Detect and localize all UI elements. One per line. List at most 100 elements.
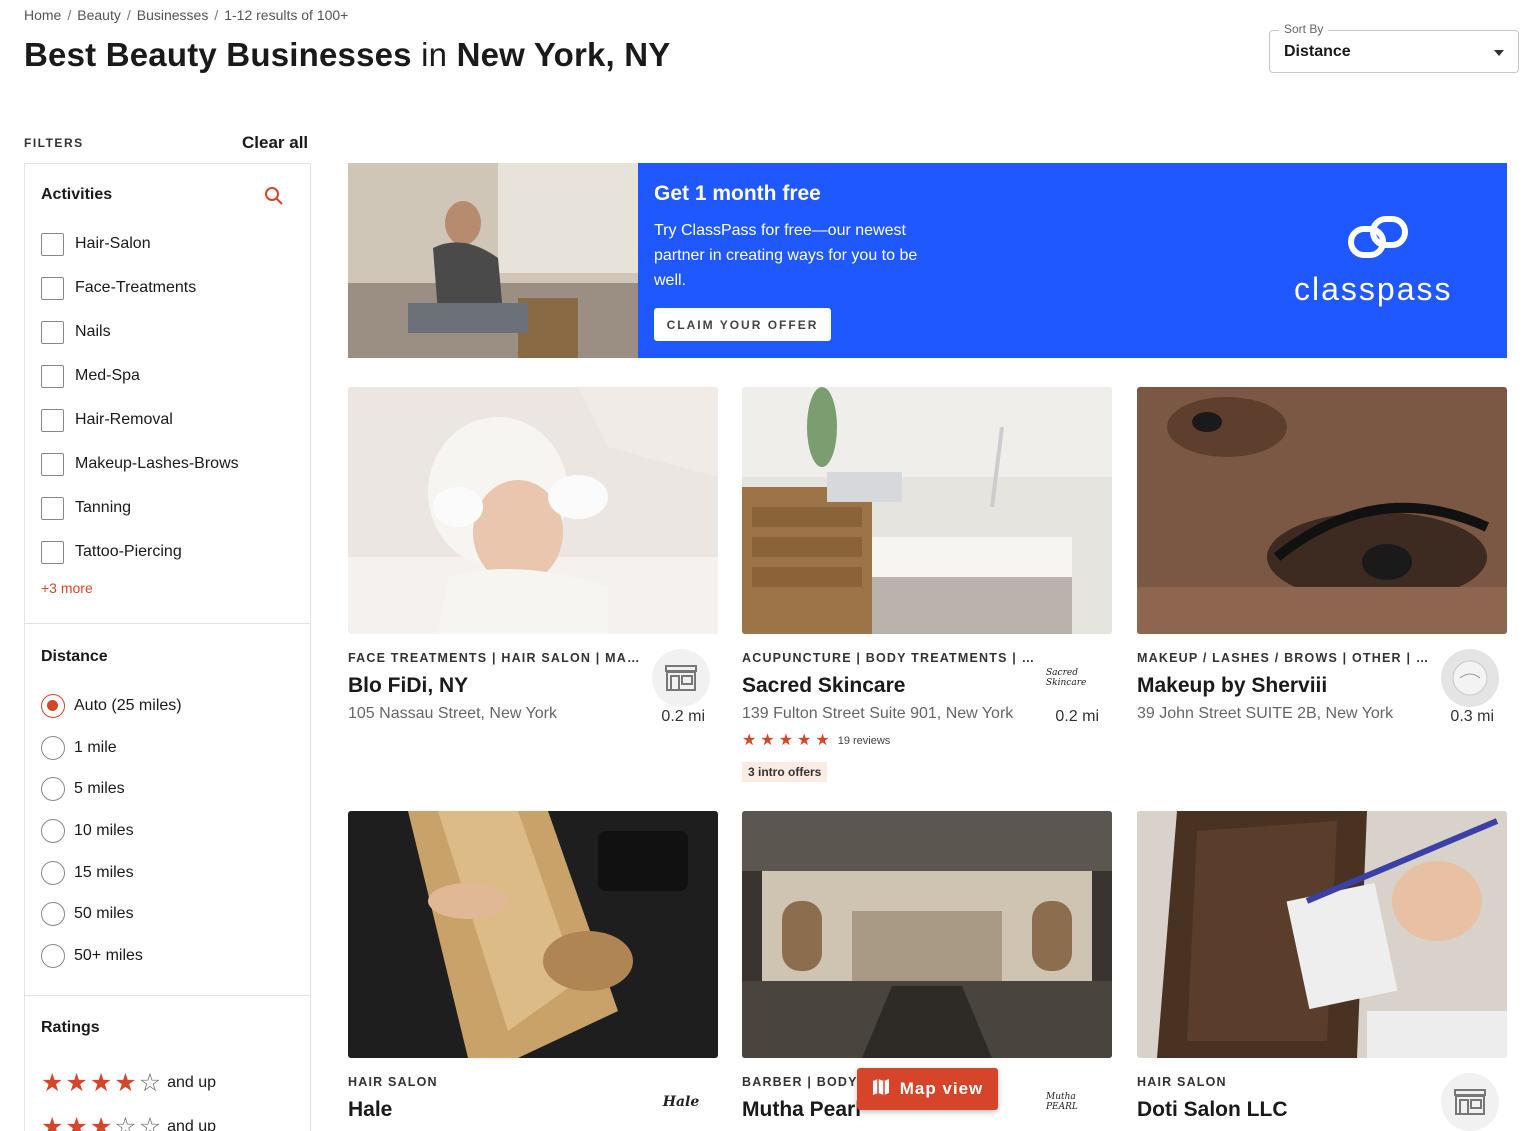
business-photo[interactable] — [1137, 811, 1507, 1058]
star-icon: ★ — [742, 732, 757, 749]
rating-option[interactable]: ★ ★ ★ ☆ ☆ and up — [41, 1105, 294, 1131]
distance-option[interactable]: 50 miles — [41, 893, 294, 935]
star-outline-icon: ☆ — [138, 1112, 162, 1131]
activities-title: Activities — [41, 186, 113, 203]
storefront-icon — [652, 649, 710, 707]
business-photo[interactable] — [1137, 387, 1507, 634]
distance-option[interactable]: 5 miles — [41, 768, 294, 810]
business-logo: Hale — [662, 1094, 700, 1110]
breadcrumb-businesses[interactable]: Businesses — [137, 7, 209, 23]
checkbox[interactable] — [41, 364, 64, 388]
activity-option[interactable]: Tanning — [41, 486, 294, 530]
search-icon[interactable] — [264, 186, 284, 211]
radio-selected[interactable] — [41, 693, 65, 718]
distance-option[interactable]: 1 mile — [41, 727, 294, 769]
activity-label: Med-Spa — [75, 367, 140, 384]
activity-option[interactable]: Med-Spa — [41, 354, 294, 398]
rating-label: and up — [167, 1074, 217, 1091]
intro-offers-badge: 3 intro offers — [742, 762, 828, 782]
business-category: FACE TREATMENTS | HAIR SALON | MAK... — [348, 651, 643, 665]
distance-option[interactable]: 15 miles — [41, 852, 294, 894]
business-category: HAIR SALON — [1137, 1075, 1227, 1089]
star-icon: ★ — [65, 1112, 88, 1131]
star-icon: ★ — [797, 732, 812, 749]
promo-title: Get 1 month free — [654, 182, 821, 205]
business-distance: 0.2 mi — [1055, 708, 1099, 725]
page-title: Best Beauty Businesses in New York, NY — [24, 36, 671, 74]
map-view-button[interactable]: Map view — [857, 1068, 998, 1110]
checkbox[interactable] — [41, 408, 64, 432]
more-activities-link[interactable]: +3 more — [41, 580, 93, 596]
distance-option[interactable]: 50+ miles — [41, 935, 294, 977]
business-category: HAIR SALON — [348, 1075, 438, 1089]
map-view-label: Map view — [899, 1079, 984, 1098]
business-logo: Sacred Skincare — [1046, 668, 1087, 688]
star-outline-icon: ☆ — [138, 1068, 162, 1097]
business-card[interactable]: MAKEUP / LASHES / BROWS | OTHER | T... M… — [1137, 387, 1507, 725]
business-card[interactable]: HAIR SALON Hale Hale — [348, 811, 718, 1122]
distance-label: 50+ miles — [74, 946, 143, 964]
business-category: MAKEUP / LASHES / BROWS | OTHER | T... — [1137, 651, 1432, 665]
review-count[interactable]: 19 reviews — [838, 735, 891, 747]
radio[interactable] — [41, 777, 65, 802]
claim-offer-button[interactable]: CLAIM YOUR OFFER — [654, 308, 831, 341]
business-card[interactable]: HAIR SALON Doti Salon LLC — [1137, 811, 1507, 1131]
checkbox[interactable] — [41, 276, 64, 300]
business-distance: 0.3 mi — [1450, 708, 1494, 725]
ratings-title: Ratings — [41, 1019, 100, 1036]
breadcrumb: Home / Beauty / Businesses / 1-12 result… — [24, 7, 348, 23]
page-title-connector: in — [421, 36, 448, 73]
map-icon — [872, 1078, 890, 1101]
distance-section: Distance Auto (25 miles) 1 mile 5 miles … — [25, 624, 310, 996]
rating-option[interactable]: ★ ★ ★ ★ ☆ and up — [41, 1061, 294, 1105]
classpass-logo-text: classpass — [1294, 271, 1453, 307]
distance-label: 10 miles — [74, 821, 134, 839]
activity-option[interactable]: Face-Treatments — [41, 266, 294, 310]
business-photo[interactable] — [742, 387, 1112, 634]
activity-option[interactable]: Tattoo-Piercing — [41, 530, 294, 574]
star-outline-icon: ☆ — [114, 1112, 137, 1131]
radio[interactable] — [41, 902, 65, 927]
distance-option[interactable]: Auto (25 miles) — [41, 685, 294, 727]
distance-label: 50 miles — [74, 905, 134, 923]
checkbox[interactable] — [41, 540, 64, 564]
rating-stars: ★ ★ ★ ☆ ☆ — [41, 1112, 162, 1131]
checkbox[interactable] — [41, 452, 64, 476]
sort-value: Distance — [1284, 43, 1351, 60]
star-icon: ★ — [114, 1068, 137, 1097]
radio[interactable] — [41, 943, 65, 968]
business-card[interactable]: ACUPUNCTURE | BODY TREATMENTS | F... Sac… — [742, 387, 1112, 782]
activity-label: Makeup-Lashes-Brows — [75, 455, 239, 472]
checkbox[interactable] — [41, 496, 64, 520]
activity-option[interactable]: Makeup-Lashes-Brows — [41, 442, 294, 486]
filters-heading: FILTERS — [24, 136, 84, 150]
sort-label: Sort By — [1279, 22, 1329, 36]
business-distance: 0.2 mi — [661, 708, 705, 725]
distance-label: 15 miles — [74, 863, 134, 881]
checkbox[interactable] — [41, 232, 64, 256]
distance-option[interactable]: 10 miles — [41, 810, 294, 852]
star-icon: ★ — [41, 1068, 64, 1097]
breadcrumb-results: 1-12 results of 100+ — [224, 7, 349, 23]
radio[interactable] — [41, 735, 65, 760]
business-rating: ★ ★ ★ ★ ★ 19 reviews — [742, 733, 1112, 749]
business-photo[interactable] — [348, 811, 718, 1058]
activity-label: Face-Treatments — [75, 279, 197, 296]
business-photo[interactable] — [742, 811, 1112, 1058]
clear-all-button[interactable]: Clear all — [242, 133, 308, 153]
sort-select[interactable]: Sort By Distance — [1269, 22, 1519, 73]
checkbox[interactable] — [41, 320, 64, 344]
breadcrumb-home[interactable]: Home — [24, 7, 61, 23]
activity-option[interactable]: Hair-Removal — [41, 398, 294, 442]
activity-label: Tanning — [75, 499, 132, 516]
business-card[interactable]: FACE TREATMENTS | HAIR SALON | MAK... Bl… — [348, 387, 718, 725]
radio[interactable] — [41, 860, 65, 885]
distance-title: Distance — [41, 648, 108, 665]
breadcrumb-beauty[interactable]: Beauty — [77, 7, 121, 23]
ratings-section: Ratings ★ ★ ★ ★ ☆ and up ★ ★ ★ ☆ ☆ and up — [25, 996, 310, 1131]
radio[interactable] — [41, 818, 65, 843]
activity-option[interactable]: Nails — [41, 310, 294, 354]
page-title-main: Best Beauty Businesses — [24, 36, 412, 73]
business-photo[interactable] — [348, 387, 718, 634]
activity-option[interactable]: Hair-Salon — [41, 222, 294, 266]
